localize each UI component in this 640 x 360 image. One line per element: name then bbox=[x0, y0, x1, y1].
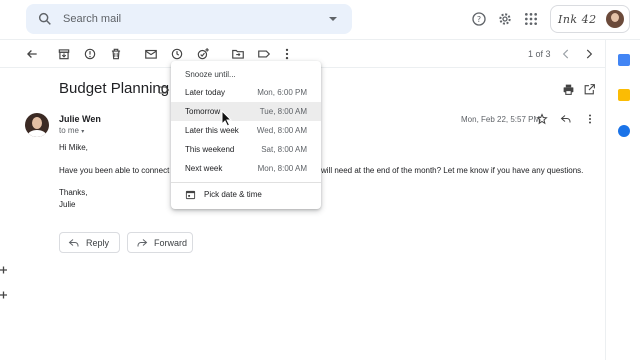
snooze-option-label: Tomorrow bbox=[185, 107, 221, 116]
search-options-icon[interactable] bbox=[328, 14, 338, 24]
mouse-cursor-icon bbox=[221, 110, 233, 127]
snooze-option-time: Mon, 8:00 AM bbox=[257, 164, 307, 173]
side-panel-rail bbox=[605, 40, 640, 360]
open-in-new-window-icon[interactable] bbox=[583, 83, 596, 96]
tasks-icon[interactable] bbox=[618, 125, 630, 137]
account-brand[interactable]: Ink 42 bbox=[550, 5, 630, 33]
back-arrow-icon[interactable] bbox=[25, 47, 39, 61]
apps-grid-icon[interactable] bbox=[523, 11, 539, 27]
menu-divider bbox=[171, 182, 321, 183]
add-plus-icon[interactable] bbox=[0, 266, 8, 274]
add-to-tasks-icon[interactable] bbox=[196, 47, 210, 61]
snooze-option-later-today[interactable]: Later today Mon, 6:00 PM bbox=[171, 83, 321, 102]
snooze-menu: Snooze until... Later today Mon, 6:00 PM… bbox=[171, 61, 321, 209]
message-date: Mon, Feb 22, 5:57 PM bbox=[461, 115, 541, 124]
snooze-option-next-week[interactable]: Next week Mon, 8:00 AM bbox=[171, 159, 321, 178]
print-icon[interactable] bbox=[562, 83, 575, 96]
star-icon[interactable] bbox=[536, 113, 548, 125]
snooze-option-time: Mon, 6:00 PM bbox=[257, 88, 307, 97]
snooze-option-label: This weekend bbox=[185, 145, 235, 154]
snooze-option-time: Wed, 8:00 AM bbox=[256, 126, 307, 135]
message-more-icon[interactable] bbox=[585, 113, 595, 125]
label-icon[interactable] bbox=[257, 47, 271, 61]
snooze-option-label: Later this week bbox=[185, 126, 239, 135]
email-subject: Budget Planning bbox=[59, 80, 170, 97]
snooze-menu-title: Snooze until... bbox=[185, 70, 236, 79]
snooze-option-label: Next week bbox=[185, 164, 223, 173]
forward-arrow-icon bbox=[137, 238, 148, 246]
top-bar: Search mail ? Ink 42 bbox=[0, 0, 640, 40]
snooze-option-tomorrow[interactable]: Tomorrow Tue, 8:00 AM bbox=[171, 102, 321, 121]
important-label-icon[interactable] bbox=[158, 84, 170, 96]
body-line-end: will need at the end of the month? Let m… bbox=[321, 166, 584, 175]
snooze-option-time: Sat, 8:00 AM bbox=[261, 145, 307, 154]
body-greeting: Hi Mike, bbox=[59, 143, 88, 152]
pick-date-time-label: Pick date & time bbox=[204, 190, 262, 199]
svg-text:?: ? bbox=[477, 15, 481, 24]
search-bar[interactable]: Search mail bbox=[26, 4, 352, 34]
reply-button[interactable]: Reply bbox=[59, 232, 120, 253]
search-icon[interactable] bbox=[37, 11, 53, 27]
account-avatar[interactable] bbox=[606, 10, 624, 28]
reply-label: Reply bbox=[86, 237, 110, 248]
forward-button[interactable]: Forward bbox=[127, 232, 193, 253]
snooze-option-later-this-week[interactable]: Later this week Wed, 8:00 AM bbox=[171, 121, 321, 140]
body-signature: Julie bbox=[59, 200, 76, 209]
more-vert-icon[interactable] bbox=[280, 47, 294, 61]
search-input[interactable]: Search mail bbox=[63, 13, 328, 25]
older-chevron-right-icon[interactable] bbox=[582, 47, 596, 61]
add-plus-icon[interactable] bbox=[0, 291, 8, 299]
reply-icon[interactable] bbox=[560, 113, 572, 125]
recipient-label: to me bbox=[59, 126, 80, 135]
keep-icon[interactable] bbox=[618, 89, 630, 101]
body-line-start: Have you been able to connect w bbox=[59, 166, 178, 175]
calendar-icon bbox=[185, 190, 196, 200]
brand-logo: Ink 42 bbox=[558, 12, 597, 26]
sender-name[interactable]: Julie Wen bbox=[59, 114, 101, 124]
pick-date-time-option[interactable]: Pick date & time bbox=[185, 189, 262, 200]
chevron-down-icon[interactable]: ▾ bbox=[81, 129, 84, 135]
snooze-option-time: Tue, 8:00 AM bbox=[259, 107, 307, 116]
forward-label: Forward bbox=[154, 237, 188, 248]
calendar-icon[interactable] bbox=[618, 54, 630, 66]
report-spam-icon[interactable] bbox=[83, 47, 97, 61]
snooze-clock-icon[interactable] bbox=[170, 47, 184, 61]
body-signoff: Thanks, bbox=[59, 188, 88, 197]
page-count: 1 of 3 bbox=[528, 49, 551, 59]
settings-gear-icon[interactable] bbox=[497, 11, 513, 27]
newer-chevron-left-icon[interactable] bbox=[559, 47, 573, 61]
snooze-option-this-weekend[interactable]: This weekend Sat, 8:00 AM bbox=[171, 140, 321, 159]
help-icon[interactable]: ? bbox=[471, 11, 487, 27]
delete-trash-icon[interactable] bbox=[109, 47, 123, 61]
snooze-option-label: Later today bbox=[185, 88, 226, 97]
sender-avatar[interactable] bbox=[25, 113, 49, 137]
archive-icon[interactable] bbox=[57, 47, 71, 61]
reply-arrow-icon bbox=[68, 238, 79, 246]
recipient-details[interactable]: to me ▾ bbox=[59, 126, 84, 135]
move-to-icon[interactable] bbox=[231, 47, 245, 61]
mark-unread-icon[interactable] bbox=[144, 47, 158, 61]
